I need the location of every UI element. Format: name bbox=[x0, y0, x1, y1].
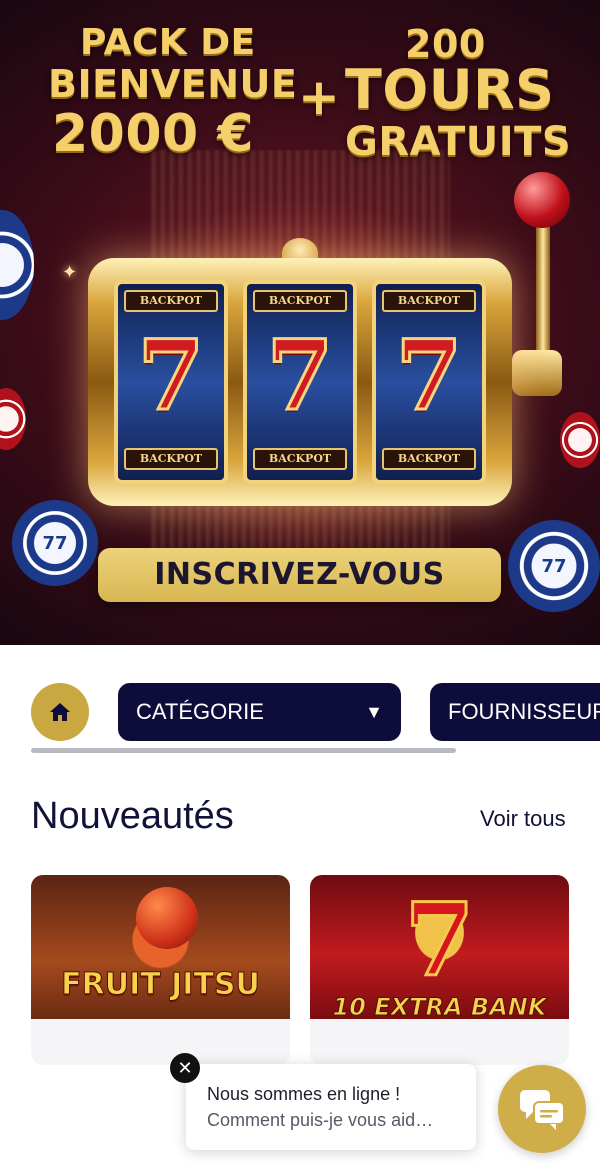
game-card[interactable]: 7 10 EXTRA BANK bbox=[310, 875, 569, 1065]
lever-base bbox=[512, 350, 562, 396]
category-nav: CATÉGORIE ▼ FOURNISSEURS bbox=[0, 680, 600, 744]
sparkle-icon: ✦ bbox=[62, 262, 78, 282]
chat-popup[interactable]: Nous sommes en ligne ! Comment puis-je v… bbox=[186, 1064, 476, 1150]
casino-chip: 77 bbox=[12, 500, 98, 586]
signup-button[interactable]: INSCRIVEZ-VOUS bbox=[98, 548, 501, 602]
see-all-link[interactable]: Voir tous bbox=[480, 806, 566, 832]
game-mascot bbox=[136, 887, 198, 949]
reel-symbol: 7 bbox=[394, 319, 464, 432]
category-dropdown[interactable]: CATÉGORIE ▼ bbox=[118, 683, 401, 741]
game-title: 10 EXTRA BANK bbox=[332, 993, 547, 1022]
category-dropdown-label: CATÉGORIE bbox=[136, 699, 264, 724]
reel-label: BACKPOT bbox=[124, 448, 218, 470]
provider-dropdown-label: FOURNISSEURS bbox=[448, 699, 600, 724]
slot-reel: BACKPOT 7 BACKPOT bbox=[114, 280, 228, 484]
reel-symbol: 7 bbox=[265, 319, 335, 432]
lever-knob bbox=[514, 172, 570, 228]
provider-dropdown[interactable]: FOURNISSEURS bbox=[430, 683, 600, 741]
close-icon[interactable]: ✕ bbox=[170, 1053, 200, 1083]
promo-text: PACK DE bbox=[80, 22, 256, 63]
reel-symbol: 7 bbox=[136, 319, 206, 432]
section-title: Nouveautés bbox=[31, 795, 234, 837]
casino-chip: 77 bbox=[508, 520, 600, 612]
caret-down-icon: ▼ bbox=[365, 702, 383, 722]
reel-label: BACKPOT bbox=[253, 448, 347, 470]
home-button[interactable] bbox=[31, 683, 89, 741]
chat-launcher-button[interactable] bbox=[498, 1065, 586, 1153]
slot-reel: BACKPOT 7 BACKPOT bbox=[243, 280, 357, 484]
slot-machine: BACKPOT 7 BACKPOT BACKPOT 7 BACKPOT BACK… bbox=[88, 258, 512, 506]
slot-reel: BACKPOT 7 BACKPOT bbox=[372, 280, 486, 484]
casino-chip bbox=[0, 210, 34, 320]
game-symbol: 7 bbox=[403, 881, 476, 999]
chat-icon bbox=[520, 1090, 565, 1130]
promo-headline: PACK DE BIENVENUE 2000 € + 200 TOURS GRA… bbox=[0, 20, 600, 170]
nav-scrollbar[interactable] bbox=[31, 748, 456, 753]
game-title: FRUIT JITSU bbox=[61, 967, 261, 1003]
chat-prompt-text: Comment puis-je vous aid… bbox=[207, 1110, 434, 1130]
casino-chip bbox=[0, 388, 26, 450]
game-card[interactable]: FRUIT JITSU bbox=[31, 875, 290, 1065]
promo-text: GRATUITS bbox=[345, 119, 572, 165]
home-icon bbox=[50, 703, 70, 721]
reel-label: BACKPOT bbox=[382, 290, 476, 312]
promo-plus: + bbox=[298, 68, 341, 126]
reel-label: BACKPOT bbox=[124, 290, 218, 312]
promo-text: BIENVENUE bbox=[48, 62, 298, 106]
promo-text: TOURS bbox=[345, 58, 555, 121]
promo-amount: 2000 € bbox=[52, 104, 255, 164]
promo-banner[interactable]: ✦ ✦ ✦ PACK DE BIENVENUE 2000 € + 200 TOU… bbox=[0, 0, 600, 645]
reel-label: BACKPOT bbox=[253, 290, 347, 312]
casino-chip bbox=[560, 412, 600, 468]
chat-status-text: Nous sommes en ligne ! bbox=[207, 1084, 401, 1104]
reel-label: BACKPOT bbox=[382, 448, 476, 470]
